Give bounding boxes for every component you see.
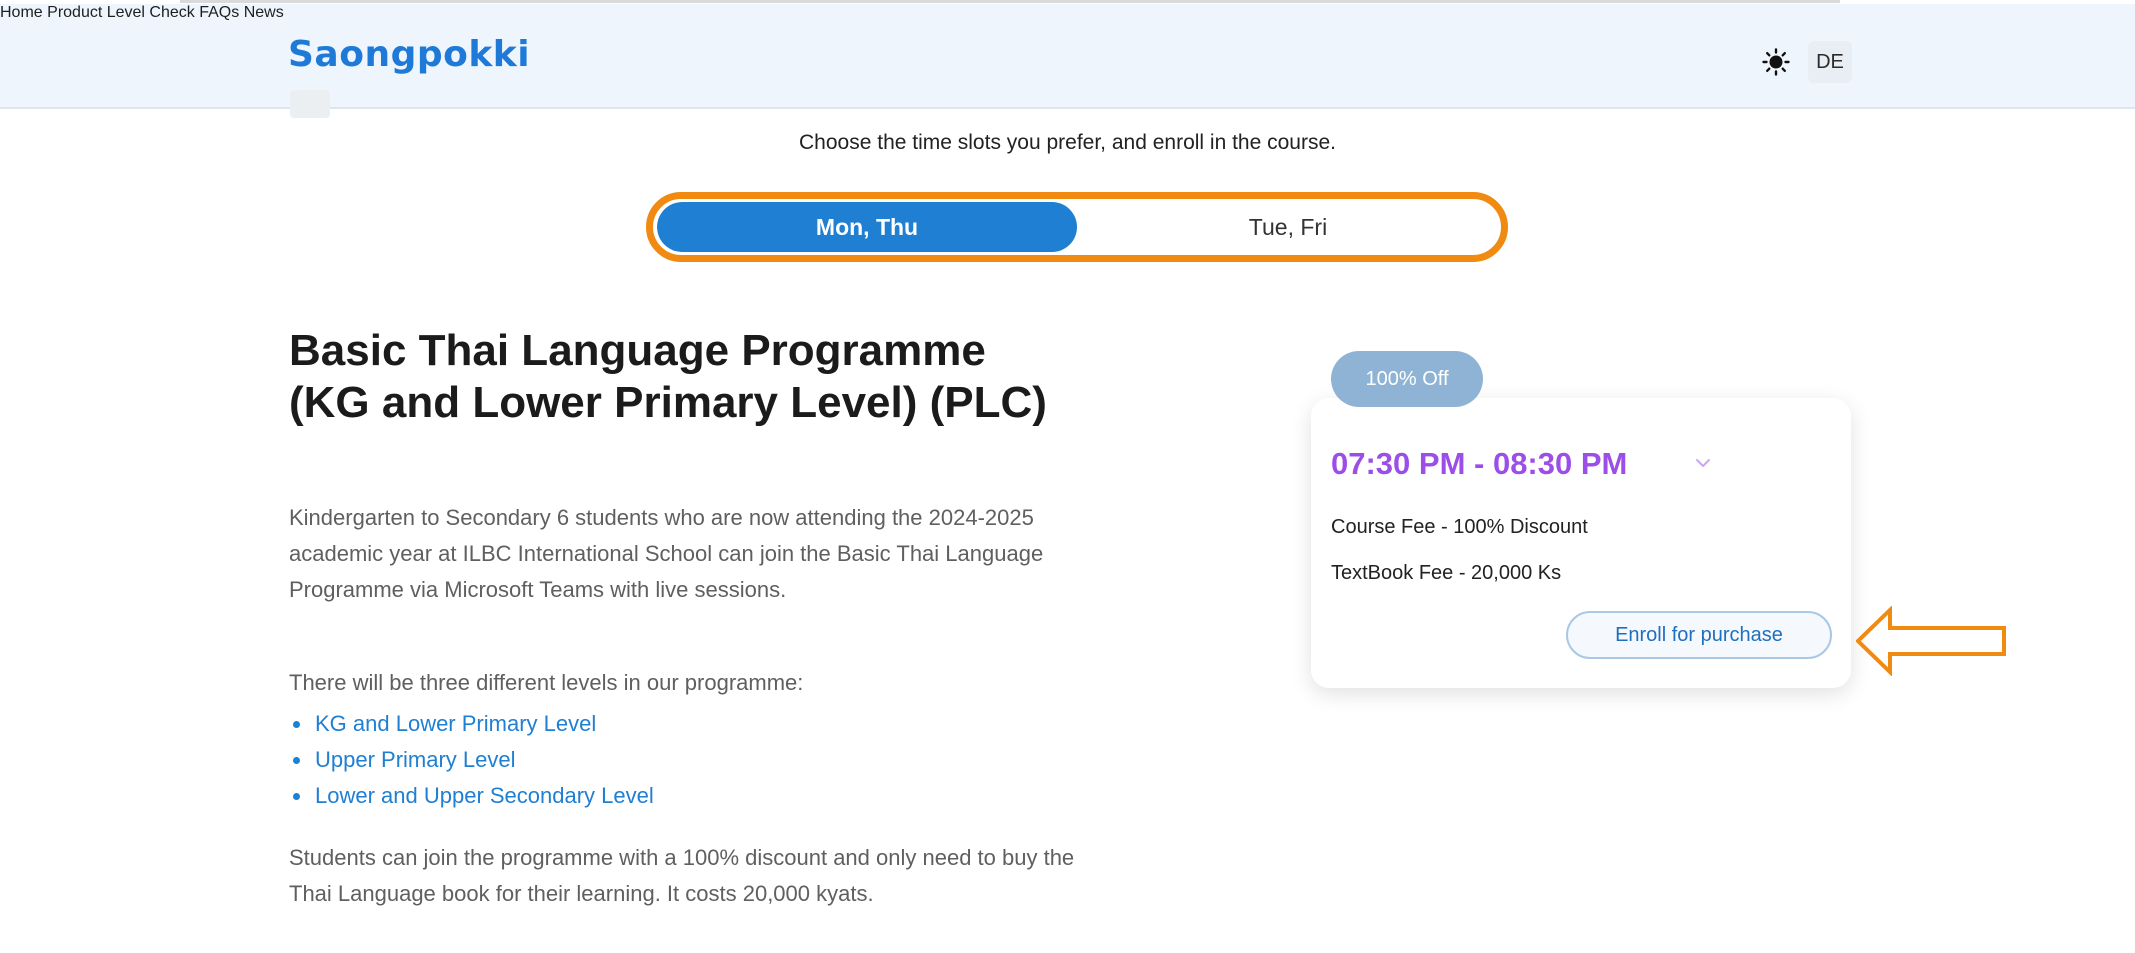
enroll-button[interactable]: Enroll for purchase xyxy=(1566,611,1832,659)
browser-top-strip xyxy=(180,0,1840,3)
course-fee: Course Fee - 100% Discount xyxy=(1331,516,1588,538)
nav-level-check[interactable]: Level Check xyxy=(107,4,195,21)
discount-badge: 100% Off xyxy=(1331,351,1483,407)
levels-list: KG and Lower Primary Level Upper Primary… xyxy=(289,706,654,814)
chevron-down-icon[interactable] xyxy=(1694,456,1712,470)
language-button[interactable]: DE xyxy=(1808,41,1852,83)
course-description: Kindergarten to Secondary 6 students who… xyxy=(289,505,1044,602)
site-logo[interactable]: Saongpokki xyxy=(288,34,530,75)
schedule-instructions: Choose the time slots you prefer, and en… xyxy=(799,131,1336,154)
levels-intro: There will be three different levels in … xyxy=(289,670,804,695)
nav-home[interactable]: Home xyxy=(0,4,43,21)
course-closing-note: Students can join the programme with a 1… xyxy=(289,845,1075,906)
time-slot-selector[interactable]: 07:30 PM - 08:30 PM xyxy=(1331,446,1627,482)
sun-icon[interactable] xyxy=(1762,48,1790,76)
nav-news[interactable]: News xyxy=(244,4,284,21)
level-link-kg-lower-primary[interactable]: KG and Lower Primary Level xyxy=(289,706,654,742)
course-title: Basic Thai Language Programme (KG and Lo… xyxy=(289,326,1047,427)
textbook-fee: TextBook Fee - 20,000 Ks xyxy=(1331,562,1562,584)
placeholder-box xyxy=(290,90,330,118)
arrow-left-icon xyxy=(1856,606,2006,676)
nav-faqs[interactable]: FAQs xyxy=(199,4,239,21)
slot-mon-thu[interactable]: Mon, Thu xyxy=(657,202,1077,252)
level-link-upper-primary[interactable]: Upper Primary Level xyxy=(289,742,654,778)
nav-product[interactable]: Product xyxy=(47,4,102,21)
schedule-toggle: Mon, Thu Tue, Fri xyxy=(657,202,1499,252)
slot-tue-fri[interactable]: Tue, Fri xyxy=(1077,202,1499,252)
main-nav: Home Product Level Check FAQs News xyxy=(0,4,2135,22)
level-link-secondary[interactable]: Lower and Upper Secondary Level xyxy=(289,778,654,814)
